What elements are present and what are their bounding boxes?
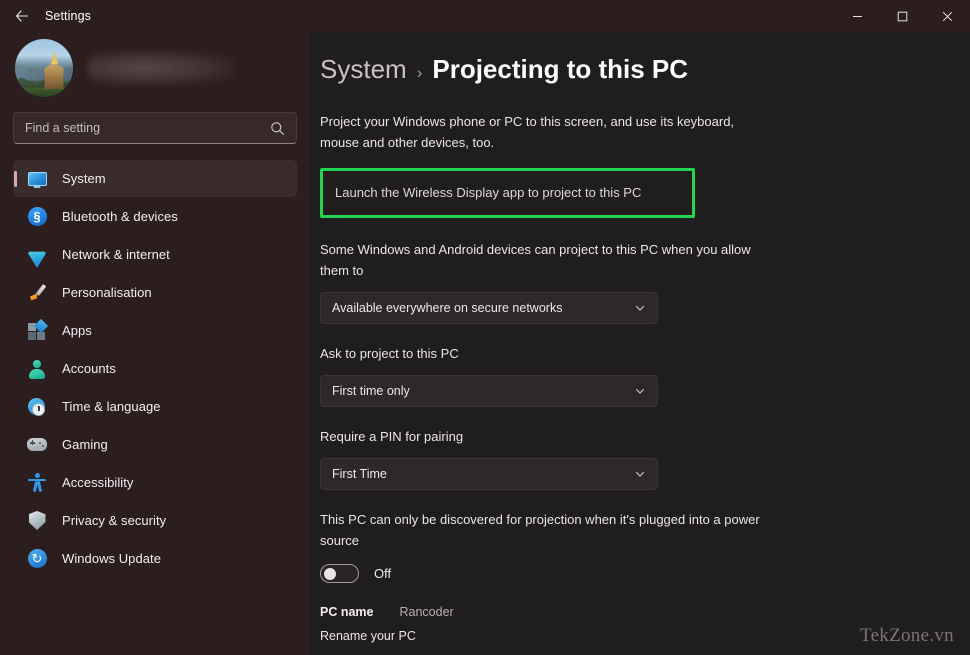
sidebar-item-time-language[interactable]: Time & language: [13, 388, 297, 425]
dropdown-value: Available everywhere on secure networks: [332, 301, 634, 315]
setting-power-source: This PC can only be discovered for proje…: [320, 509, 970, 583]
setting-ask-to-project: Ask to project to this PC First time onl…: [320, 343, 970, 407]
monitor-icon: [27, 169, 47, 189]
sidebar-item-label: Windows Update: [62, 551, 161, 566]
setting-label: Ask to project to this PC: [320, 343, 760, 364]
toggle-state-label: Off: [374, 566, 391, 581]
apps-grid-icon: [27, 321, 47, 341]
power-source-toggle-row: Off: [320, 564, 970, 583]
setting-label: This PC can only be discovered for proje…: [320, 509, 760, 551]
breadcrumb-separator-icon: ›: [417, 63, 423, 83]
chevron-down-icon: [634, 302, 646, 314]
pc-name-label: PC name: [320, 605, 374, 619]
minimize-icon: [852, 11, 863, 22]
sidebar-item-windows-update[interactable]: ↻ Windows Update: [13, 540, 297, 577]
main-content: System › Projecting to this PC Project y…: [310, 32, 970, 655]
sidebar-item-accounts[interactable]: Accounts: [13, 350, 297, 387]
launch-wireless-display-highlight[interactable]: Launch the Wireless Display app to proje…: [320, 168, 695, 218]
close-button[interactable]: [925, 0, 970, 32]
pc-name-value: Rancoder: [400, 605, 454, 619]
setting-label: Some Windows and Android devices can pro…: [320, 239, 760, 281]
accessibility-icon: [27, 473, 47, 493]
sidebar-item-accessibility[interactable]: Accessibility: [13, 464, 297, 501]
sidebar-item-apps[interactable]: Apps: [13, 312, 297, 349]
page-title: Projecting to this PC: [432, 54, 688, 85]
sidebar-item-label: Personalisation: [62, 285, 152, 300]
sidebar-item-label: Accounts: [62, 361, 116, 376]
paintbrush-icon: [27, 283, 47, 303]
search-section: [13, 112, 297, 144]
ask-to-project-dropdown[interactable]: First time only: [320, 375, 658, 407]
dropdown-value: First time only: [332, 384, 634, 398]
sidebar-item-label: Apps: [62, 323, 92, 338]
sidebar-item-label: Bluetooth & devices: [62, 209, 178, 224]
shield-icon: [27, 511, 47, 531]
chevron-down-icon: [634, 385, 646, 397]
setting-label: Require a PIN for pairing: [320, 426, 760, 447]
window-controls: [835, 0, 970, 32]
sidebar-item-bluetooth-devices[interactable]: § Bluetooth & devices: [13, 198, 297, 235]
wifi-icon: [27, 245, 47, 265]
maximize-button[interactable]: [880, 0, 925, 32]
gamepad-icon: [27, 435, 47, 455]
sidebar-item-label: Gaming: [62, 437, 108, 452]
title-bar: Settings: [0, 0, 970, 32]
breadcrumb: System › Projecting to this PC: [320, 54, 970, 85]
require-pin-dropdown[interactable]: First Time: [320, 458, 658, 490]
watermark: TekZone.vn: [860, 625, 954, 647]
dropdown-value: First Time: [332, 467, 634, 481]
sidebar: System § Bluetooth & devices Network & i…: [0, 32, 310, 655]
search-button[interactable]: [263, 112, 291, 144]
availability-dropdown[interactable]: Available everywhere on secure networks: [320, 292, 658, 324]
sidebar-item-label: Network & internet: [62, 247, 170, 262]
back-button[interactable]: [0, 0, 44, 32]
sidebar-item-privacy-security[interactable]: Privacy & security: [13, 502, 297, 539]
profile-section[interactable]: [13, 32, 297, 104]
page-description: Project your Windows phone or PC to this…: [320, 111, 772, 153]
sidebar-item-label: Time & language: [62, 399, 161, 414]
power-source-toggle[interactable]: [320, 564, 359, 583]
back-arrow-icon: [14, 8, 30, 24]
title-bar-left: Settings: [0, 0, 91, 32]
search-icon: [270, 121, 285, 136]
minimize-button[interactable]: [835, 0, 880, 32]
sidebar-item-label: System: [62, 171, 106, 186]
breadcrumb-parent-link[interactable]: System: [320, 54, 407, 85]
update-refresh-icon: ↻: [27, 549, 47, 569]
maximize-icon: [897, 11, 908, 22]
sidebar-item-gaming[interactable]: Gaming: [13, 426, 297, 463]
toggle-knob: [324, 568, 336, 580]
sidebar-item-label: Accessibility: [62, 475, 133, 490]
settings-window: Settings: [0, 0, 970, 655]
setting-availability: Some Windows and Android devices can pro…: [320, 239, 970, 324]
close-icon: [942, 11, 953, 22]
search-input[interactable]: [13, 112, 297, 144]
chevron-down-icon: [634, 468, 646, 480]
sidebar-nav: System § Bluetooth & devices Network & i…: [13, 160, 297, 577]
sidebar-item-network-internet[interactable]: Network & internet: [13, 236, 297, 273]
bluetooth-icon: §: [27, 207, 47, 227]
launch-wireless-display-link[interactable]: Launch the Wireless Display app to proje…: [335, 185, 641, 200]
app-title: Settings: [44, 9, 91, 23]
person-icon: [27, 359, 47, 379]
username-redacted: [87, 51, 235, 85]
clock-globe-icon: [27, 397, 47, 417]
setting-require-pin: Require a PIN for pairing First Time: [320, 426, 970, 490]
pc-name-row: PC name Rancoder: [320, 605, 970, 619]
sidebar-item-system[interactable]: System: [13, 160, 297, 197]
window-body: System § Bluetooth & devices Network & i…: [0, 32, 970, 655]
sidebar-item-personalisation[interactable]: Personalisation: [13, 274, 297, 311]
sidebar-item-label: Privacy & security: [62, 513, 166, 528]
user-avatar-photo: [15, 39, 73, 97]
